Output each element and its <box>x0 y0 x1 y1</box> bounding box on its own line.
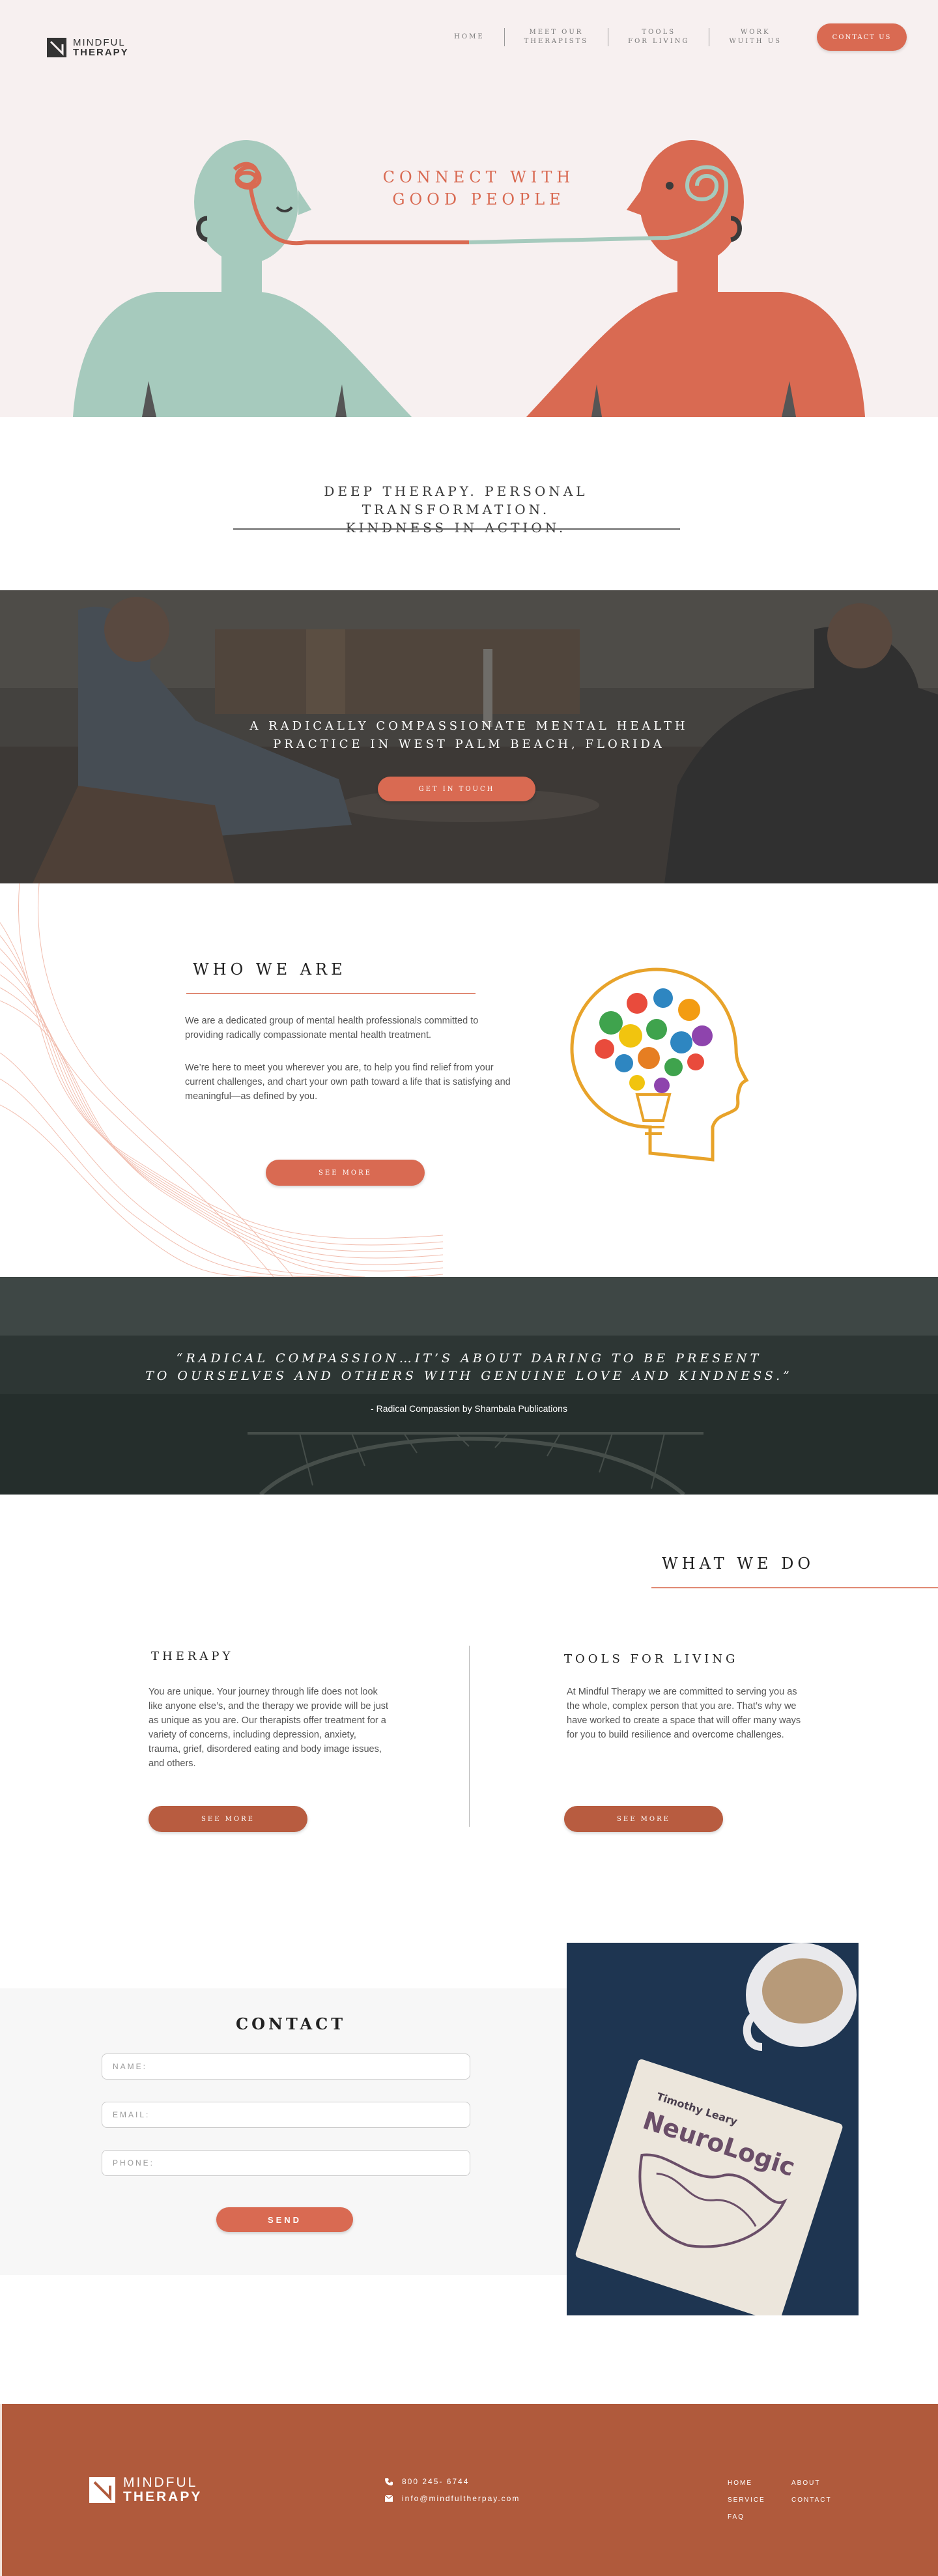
contact-title: CONTACT <box>236 2014 347 2033</box>
tagline-section: DEEP THERAPY. PERSONAL TRANSFORMATION. K… <box>0 417 938 590</box>
tagline-line1: DEEP THERAPY. PERSONAL TRANSFORMATION. <box>324 483 588 517</box>
neurologic-book-photo: Timothy Leary NeuroLogic <box>567 1943 859 2315</box>
footer-phone[interactable]: 800 245- 6744 <box>385 2477 469 2486</box>
what-we-do-title: WHAT WE DO <box>662 1554 814 1573</box>
nav-work-line1: WORK <box>741 29 771 36</box>
quote-line1: “RADICAL COMPASSION…IT’S ABOUT DARING TO… <box>176 1351 762 1366</box>
phone-icon <box>385 2478 393 2485</box>
nav-home[interactable]: HOME <box>434 33 504 42</box>
hero-title: CONNECT WITH GOOD PEOPLE <box>339 166 619 210</box>
who-we-are-section: WHO WE ARE We are a dedicated group of m… <box>0 883 938 1277</box>
therapy-title: THERAPY <box>151 1650 234 1663</box>
what-we-do-divider <box>651 1587 938 1588</box>
footer-logo-line1: MINDFUL <box>123 2475 198 2490</box>
hero-title-line1: CONNECT WITH <box>382 168 575 186</box>
hero-title-line2: GOOD PEOPLE <box>392 190 565 208</box>
quote-line2: TO OURSELVES AND OTHERS WITH GENUINE LOV… <box>145 1369 793 1383</box>
nav-work-with-us[interactable]: WORK WUITH US <box>709 28 801 46</box>
therapy-text: You are unique. Your journey through lif… <box>149 1687 389 1769</box>
footer-email-text: info@mindfultherpay.com <box>402 2494 520 2503</box>
contact-form: CONTACT NAME: EMAIL: PHONE: SEND <box>0 1988 567 2275</box>
footer-phone-text: 800 245- 6744 <box>402 2477 470 2486</box>
nav-therapists-line1: MEET OUR <box>529 29 584 36</box>
footer-link-home[interactable]: HOME <box>728 2480 752 2487</box>
practice-line1: A RADICALLY COMPASSIONATE MENTAL HEALTH <box>249 719 689 733</box>
what-we-do-section: WHAT WE DO THERAPY You are unique. Your … <box>0 1495 938 1911</box>
nav-tools-for-living[interactable]: TOOLS FOR LIVING <box>608 28 709 46</box>
contact-us-button[interactable]: CONTACT US <box>817 23 907 51</box>
site-logo[interactable]: MINDFUL THERAPY <box>47 38 129 57</box>
column-divider <box>469 1646 470 1827</box>
brain-gears-icon <box>570 967 749 1162</box>
nav-tools-line1: TOOLS <box>642 29 676 36</box>
nav-therapists-line2: THERAPISTS <box>524 38 589 45</box>
nav-work-line2: WUITH US <box>729 38 782 45</box>
send-button[interactable]: SEND <box>216 2207 353 2232</box>
logo-icon <box>47 38 66 57</box>
logo-text: MINDFUL THERAPY <box>73 38 129 57</box>
footer-link-about[interactable]: ABOUT <box>791 2480 820 2487</box>
get-in-touch-button[interactable]: GET IN TOUCH <box>378 777 535 801</box>
who-see-more-button[interactable]: SEE MORE <box>266 1160 425 1186</box>
tagline-line2: KINDNESS IN ACTION. <box>345 520 567 536</box>
logo-line2: THERAPY <box>73 47 129 58</box>
practice-banner: A RADICALLY COMPASSIONATE MENTAL HEALTH … <box>0 590 938 883</box>
who-we-are-divider <box>186 993 476 994</box>
tagline-divider <box>233 528 680 530</box>
tools-for-living-title: TOOLS FOR LIVING <box>564 1652 739 1666</box>
who-paragraph-1: We are a dedicated group of mental healt… <box>185 1016 479 1040</box>
therapy-see-more-button[interactable]: SEE MORE <box>149 1806 307 1832</box>
tools-see-more-button[interactable]: SEE MORE <box>564 1806 723 1832</box>
footer-logo[interactable]: MINDFUL THERAPY <box>89 2476 202 2504</box>
who-paragraph-2: We’re here to meet you wherever you are,… <box>185 1063 511 1102</box>
email-field[interactable]: EMAIL: <box>102 2102 470 2128</box>
forest-bridge-photo <box>0 1277 938 1495</box>
footer-logo-icon <box>89 2477 115 2503</box>
footer-logo-text: MINDFUL THERAPY <box>123 2476 202 2504</box>
main-nav: HOME MEET OUR THERAPISTS TOOLS FOR LIVIN… <box>434 23 907 51</box>
practice-banner-text: A RADICALLY COMPASSIONATE MENTAL HEALTH … <box>195 717 743 754</box>
footer-link-faq[interactable]: FAQ <box>728 2513 745 2521</box>
nav-meet-our-therapists[interactable]: MEET OUR THERAPISTS <box>504 28 608 46</box>
logo-line1: MINDFUL <box>73 37 126 48</box>
footer-email[interactable]: info@mindfultherpay.com <box>385 2494 520 2503</box>
book-coffee-illustration: Timothy Leary NeuroLogic <box>567 1943 859 2315</box>
tools-for-living-text: At Mindful Therapy we are committed to s… <box>567 1687 801 1740</box>
footer-link-contact[interactable]: CONTACT <box>791 2497 832 2504</box>
hero-section: MINDFUL THERAPY HOME MEET OUR THERAPISTS… <box>0 0 938 417</box>
nav-home-label: HOME <box>454 33 485 40</box>
who-we-are-title: WHO WE ARE <box>193 960 347 979</box>
nav-tools-line2: FOR LIVING <box>628 38 690 45</box>
quote-text: “RADICAL COMPASSION…IT’S ABOUT DARING TO… <box>104 1350 834 1385</box>
email-icon <box>385 2495 393 2502</box>
quote-section: “RADICAL COMPASSION…IT’S ABOUT DARING TO… <box>0 1277 938 1495</box>
footer-logo-line2: THERAPY <box>123 2489 203 2504</box>
quote-attribution: - Radical Compassion by Shambala Publica… <box>371 1403 567 1414</box>
site-footer: MINDFUL THERAPY 800 245- 6744 info@mindf… <box>0 2404 938 2576</box>
name-field[interactable]: NAME: <box>102 2054 470 2080</box>
footer-link-service[interactable]: SERVICE <box>728 2497 765 2504</box>
phone-field[interactable]: PHONE: <box>102 2150 470 2176</box>
practice-line2: PRACTICE IN WEST PALM BEACH, FLORIDA <box>273 737 665 751</box>
